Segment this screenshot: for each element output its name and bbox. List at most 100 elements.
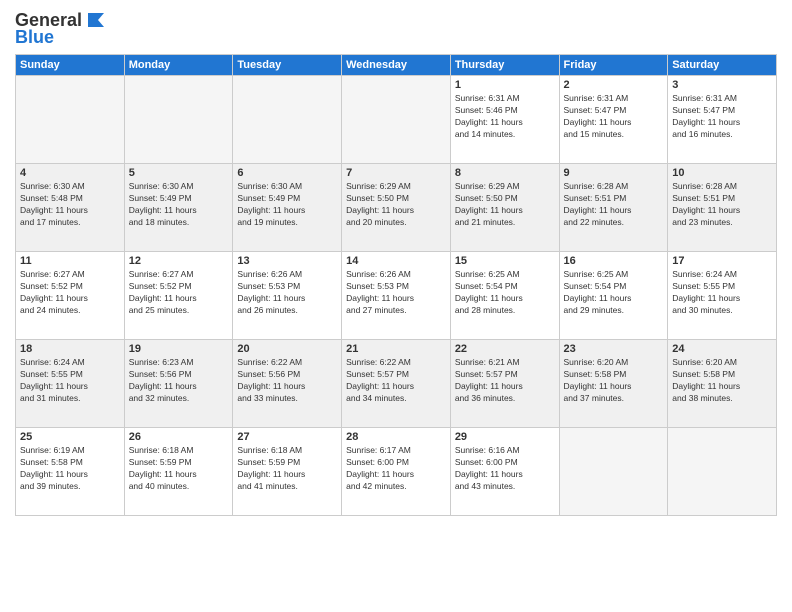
- day-info: Sunrise: 6:25 AM Sunset: 5:54 PM Dayligh…: [564, 269, 664, 317]
- day-info: Sunrise: 6:26 AM Sunset: 5:53 PM Dayligh…: [237, 269, 337, 317]
- day-info: Sunrise: 6:30 AM Sunset: 5:49 PM Dayligh…: [129, 181, 229, 229]
- calendar-cell: 18 Sunrise: 6:24 AM Sunset: 5:55 PM Dayli…: [16, 340, 125, 428]
- day-info: Sunrise: 6:26 AM Sunset: 5:53 PM Dayligh…: [346, 269, 446, 317]
- day-info: Sunrise: 6:22 AM Sunset: 5:57 PM Dayligh…: [346, 357, 446, 405]
- calendar-cell: 27 Sunrise: 6:18 AM Sunset: 5:59 PM Dayli…: [233, 428, 342, 516]
- header: General Blue: [15, 10, 777, 48]
- calendar-week-row: 1 Sunrise: 6:31 AM Sunset: 5:46 PM Daylig…: [16, 76, 777, 164]
- day-number: 9: [564, 167, 664, 179]
- day-number: 12: [129, 255, 229, 267]
- calendar-cell: [233, 76, 342, 164]
- day-info: Sunrise: 6:22 AM Sunset: 5:56 PM Dayligh…: [237, 357, 337, 405]
- calendar-header-row: Sunday Monday Tuesday Wednesday Thursday…: [16, 55, 777, 76]
- calendar-cell: 19 Sunrise: 6:23 AM Sunset: 5:56 PM Dayli…: [124, 340, 233, 428]
- calendar-cell: 8 Sunrise: 6:29 AM Sunset: 5:50 PM Daylig…: [450, 164, 559, 252]
- day-number: 29: [455, 431, 555, 443]
- calendar-cell: 22 Sunrise: 6:21 AM Sunset: 5:57 PM Dayli…: [450, 340, 559, 428]
- day-number: 20: [237, 343, 337, 355]
- day-info: Sunrise: 6:30 AM Sunset: 5:49 PM Dayligh…: [237, 181, 337, 229]
- day-number: 19: [129, 343, 229, 355]
- day-number: 22: [455, 343, 555, 355]
- day-info: Sunrise: 6:28 AM Sunset: 5:51 PM Dayligh…: [672, 181, 772, 229]
- day-number: 11: [20, 255, 120, 267]
- calendar-cell: 15 Sunrise: 6:25 AM Sunset: 5:54 PM Dayli…: [450, 252, 559, 340]
- calendar-cell: 11 Sunrise: 6:27 AM Sunset: 5:52 PM Dayli…: [16, 252, 125, 340]
- day-number: 18: [20, 343, 120, 355]
- day-info: Sunrise: 6:18 AM Sunset: 5:59 PM Dayligh…: [237, 445, 337, 493]
- day-number: 26: [129, 431, 229, 443]
- day-number: 3: [672, 79, 772, 91]
- day-info: Sunrise: 6:23 AM Sunset: 5:56 PM Dayligh…: [129, 357, 229, 405]
- day-info: Sunrise: 6:21 AM Sunset: 5:57 PM Dayligh…: [455, 357, 555, 405]
- calendar-cell: 3 Sunrise: 6:31 AM Sunset: 5:47 PM Daylig…: [668, 76, 777, 164]
- day-number: 24: [672, 343, 772, 355]
- day-number: 6: [237, 167, 337, 179]
- day-info: Sunrise: 6:18 AM Sunset: 5:59 PM Dayligh…: [129, 445, 229, 493]
- day-number: 8: [455, 167, 555, 179]
- calendar-cell: [16, 76, 125, 164]
- calendar-cell: 4 Sunrise: 6:30 AM Sunset: 5:48 PM Daylig…: [16, 164, 125, 252]
- day-number: 15: [455, 255, 555, 267]
- calendar-cell: 28Sunrise: 6:17 AM Sunset: 6:00 PM Dayli…: [342, 428, 451, 516]
- day-info: Sunrise: 6:29 AM Sunset: 5:50 PM Dayligh…: [346, 181, 446, 229]
- calendar-cell: 1 Sunrise: 6:31 AM Sunset: 5:46 PM Daylig…: [450, 76, 559, 164]
- day-number: 10: [672, 167, 772, 179]
- header-saturday: Saturday: [668, 55, 777, 76]
- header-thursday: Thursday: [450, 55, 559, 76]
- day-info: Sunrise: 6:28 AM Sunset: 5:51 PM Dayligh…: [564, 181, 664, 229]
- day-info: Sunrise: 6:19 AM Sunset: 5:58 PM Dayligh…: [20, 445, 120, 493]
- day-number: 16: [564, 255, 664, 267]
- calendar-cell: [124, 76, 233, 164]
- day-number: 21: [346, 343, 446, 355]
- calendar-week-row: 4 Sunrise: 6:30 AM Sunset: 5:48 PM Daylig…: [16, 164, 777, 252]
- calendar-cell: 24 Sunrise: 6:20 AM Sunset: 5:58 PM Dayli…: [668, 340, 777, 428]
- calendar-cell: 20 Sunrise: 6:22 AM Sunset: 5:56 PM Dayli…: [233, 340, 342, 428]
- header-tuesday: Tuesday: [233, 55, 342, 76]
- day-info: Sunrise: 6:31 AM Sunset: 5:46 PM Dayligh…: [455, 93, 555, 141]
- calendar-cell: 6 Sunrise: 6:30 AM Sunset: 5:49 PM Daylig…: [233, 164, 342, 252]
- logo: General Blue: [15, 10, 106, 48]
- page: General Blue Sunday Monday Tuesday Wedne…: [0, 0, 792, 612]
- day-number: 17: [672, 255, 772, 267]
- day-number: 7: [346, 167, 446, 179]
- day-number: 4: [20, 167, 120, 179]
- day-number: 5: [129, 167, 229, 179]
- logo-flag-icon: [84, 11, 106, 29]
- day-info: Sunrise: 6:29 AM Sunset: 5:50 PM Dayligh…: [455, 181, 555, 229]
- day-number: 25: [20, 431, 120, 443]
- calendar-week-row: 25 Sunrise: 6:19 AM Sunset: 5:58 PM Dayli…: [16, 428, 777, 516]
- calendar-cell: 7 Sunrise: 6:29 AM Sunset: 5:50 PM Daylig…: [342, 164, 451, 252]
- header-sunday: Sunday: [16, 55, 125, 76]
- calendar-week-row: 18 Sunrise: 6:24 AM Sunset: 5:55 PM Dayli…: [16, 340, 777, 428]
- calendar-cell: 25 Sunrise: 6:19 AM Sunset: 5:58 PM Dayli…: [16, 428, 125, 516]
- day-info: Sunrise: 6:20 AM Sunset: 5:58 PM Dayligh…: [672, 357, 772, 405]
- day-number: 27: [237, 431, 337, 443]
- calendar-week-row: 11 Sunrise: 6:27 AM Sunset: 5:52 PM Dayli…: [16, 252, 777, 340]
- day-info: Sunrise: 6:25 AM Sunset: 5:54 PM Dayligh…: [455, 269, 555, 317]
- day-info: Sunrise: 6:30 AM Sunset: 5:48 PM Dayligh…: [20, 181, 120, 229]
- day-number: 1: [455, 79, 555, 91]
- calendar-cell: 13 Sunrise: 6:26 AM Sunset: 5:53 PM Dayli…: [233, 252, 342, 340]
- calendar-cell: 29 Sunrise: 6:16 AM Sunset: 6:00 PM Dayli…: [450, 428, 559, 516]
- day-info: Sunrise: 6:16 AM Sunset: 6:00 PM Dayligh…: [455, 445, 555, 493]
- calendar-cell: 23Sunrise: 6:20 AM Sunset: 5:58 PM Dayli…: [559, 340, 668, 428]
- calendar-cell: 14 Sunrise: 6:26 AM Sunset: 5:53 PM Dayli…: [342, 252, 451, 340]
- day-info: Sunrise: 6:27 AM Sunset: 5:52 PM Dayligh…: [20, 269, 120, 317]
- calendar-cell: [342, 76, 451, 164]
- calendar-cell: 26 Sunrise: 6:18 AM Sunset: 5:59 PM Dayli…: [124, 428, 233, 516]
- calendar-cell: 5 Sunrise: 6:30 AM Sunset: 5:49 PM Daylig…: [124, 164, 233, 252]
- day-info: Sunrise: 6:31 AM Sunset: 5:47 PM Dayligh…: [672, 93, 772, 141]
- calendar-cell: 17Sunrise: 6:24 AM Sunset: 5:55 PM Dayli…: [668, 252, 777, 340]
- calendar-cell: [559, 428, 668, 516]
- day-number: 13: [237, 255, 337, 267]
- calendar-cell: 21 Sunrise: 6:22 AM Sunset: 5:57 PM Dayli…: [342, 340, 451, 428]
- day-info: Sunrise: 6:20 AM Sunset: 5:58 PM Dayligh…: [564, 357, 664, 405]
- calendar-cell: 9 Sunrise: 6:28 AM Sunset: 5:51 PM Daylig…: [559, 164, 668, 252]
- calendar-cell: 2Sunrise: 6:31 AM Sunset: 5:47 PM Daylig…: [559, 76, 668, 164]
- day-info: Sunrise: 6:24 AM Sunset: 5:55 PM Dayligh…: [20, 357, 120, 405]
- header-wednesday: Wednesday: [342, 55, 451, 76]
- header-friday: Friday: [559, 55, 668, 76]
- day-number: 14: [346, 255, 446, 267]
- day-info: Sunrise: 6:31 AM Sunset: 5:47 PM Dayligh…: [564, 93, 664, 141]
- calendar-cell: 10 Sunrise: 6:28 AM Sunset: 5:51 PM Dayli…: [668, 164, 777, 252]
